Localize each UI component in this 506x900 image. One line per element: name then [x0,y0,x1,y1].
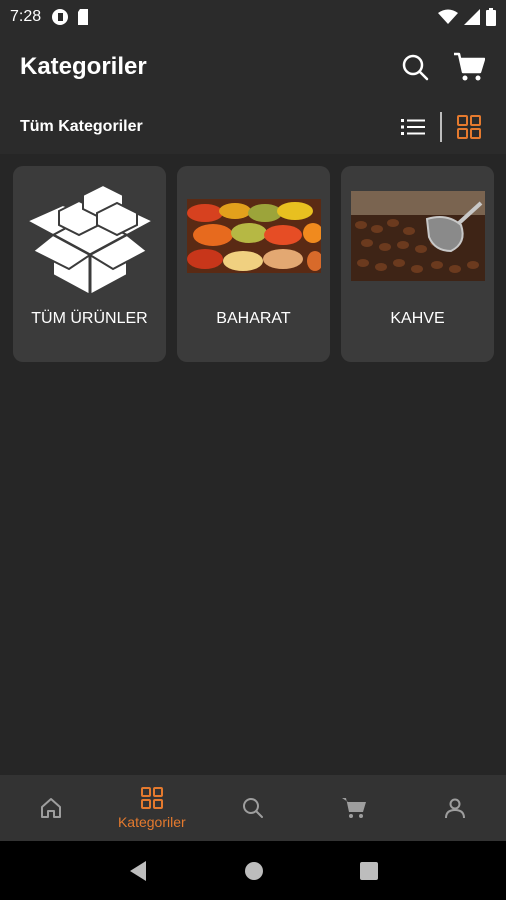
view-toggle-divider [440,112,442,142]
search-button[interactable] [398,50,432,84]
battery-icon [486,8,496,26]
wifi-icon [438,9,458,24]
nav-item-categories[interactable]: Kategoriler [101,775,202,841]
home-circle-icon[interactable] [244,861,264,881]
category-label: BAHARAT [216,310,291,327]
bottom-navigation: Kategoriler [0,775,506,841]
category-grid: TÜM ÜRÜNLER BAHARAT KAHVE [13,166,495,362]
status-time: 7:28 [10,8,42,25]
grid-icon [140,787,163,809]
system-navigation-bar [0,841,506,900]
search-icon [402,54,429,81]
category-card-spices[interactable]: BAHARAT [177,166,330,362]
list-view-button[interactable] [396,110,430,144]
status-bar: 7:28 [0,0,506,34]
cart-button[interactable] [452,50,486,84]
cart-icon [454,52,485,81]
recents-icon[interactable] [360,861,378,880]
nav-label-categories: Kategoriler [117,814,186,830]
page-title: Kategoriler [20,53,147,80]
spices-photo [186,180,321,292]
back-icon[interactable] [128,860,148,882]
sim-card-icon [78,9,89,25]
sub-header: Tüm Kategoriler [0,100,506,154]
category-card-coffee[interactable]: KAHVE [341,166,494,362]
home-icon [40,798,61,818]
app-bar: Kategoriler [0,34,506,100]
boxes-image [22,180,157,297]
app-notification-icon [52,9,69,25]
list-view-icon [401,119,425,135]
nav-item-profile[interactable] [405,775,506,841]
signal-icon [464,9,480,25]
search-icon [243,798,263,818]
category-card-all-products[interactable]: TÜM ÜRÜNLER [13,166,166,362]
nav-item-home[interactable] [0,775,101,841]
user-icon [445,798,466,819]
category-label: TÜM ÜRÜNLER [31,310,148,327]
cart-icon [342,798,367,818]
coffee-beans-photo [350,180,485,292]
nav-item-cart[interactable] [304,775,405,841]
section-title: Tüm Kategoriler [20,118,143,135]
nav-item-search[interactable] [202,775,303,841]
grid-view-button[interactable] [452,110,486,144]
grid-view-icon [457,115,481,139]
category-label: KAHVE [390,310,445,327]
